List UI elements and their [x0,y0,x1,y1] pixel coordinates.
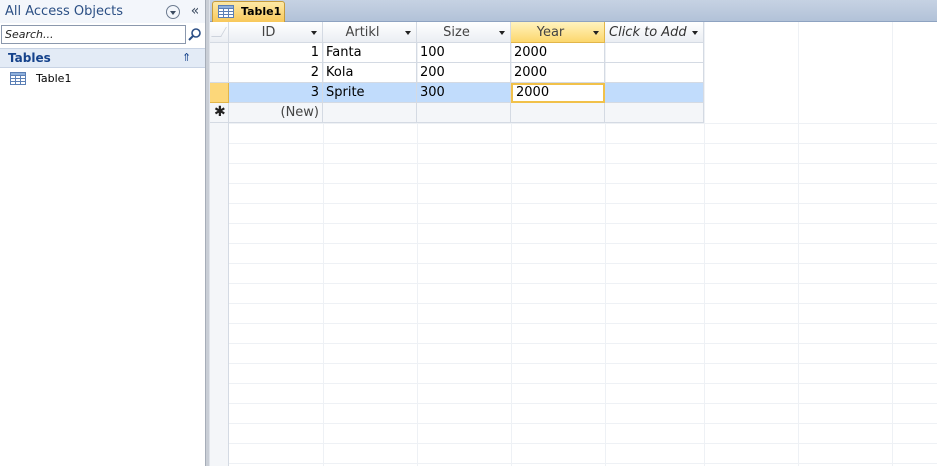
cell-size[interactable]: 100 [417,43,511,63]
table-row[interactable]: 1 Fanta 100 2000 [210,43,704,63]
nav-pane-title[interactable]: All Access Objects [5,4,123,19]
grid-line [229,403,937,404]
column-header-artikl[interactable]: Artikl [323,22,417,43]
cell-add[interactable] [605,63,704,83]
nav-pane-header[interactable]: All Access Objects « [0,0,205,23]
select-all-icon [211,27,227,37]
chevron-down-icon [170,10,176,15]
grid-line [229,123,937,124]
grid-line [798,22,799,466]
grid-line [229,463,937,464]
new-record-icon: ✱ [214,104,226,120]
column-header-label: Year [536,25,565,40]
cell-new-year[interactable] [511,103,605,123]
grid-line [229,143,937,144]
column-header-label: ID [261,25,276,40]
grid-line [892,22,893,466]
grid-line [229,343,937,344]
table-row-current[interactable]: 3 Sprite 300 2000 [210,83,704,103]
cell-artikl[interactable]: Fanta [323,43,417,63]
cell-year-focused[interactable]: 2000 [511,83,605,103]
grid-line [704,22,705,466]
column-header-id[interactable]: ID [229,22,323,43]
cell-year[interactable]: 2000 [511,43,605,63]
cell-id[interactable]: 2 [229,63,323,83]
column-header-year[interactable]: Year [511,22,605,43]
cell-add[interactable] [605,83,704,103]
cell-new-size[interactable] [417,103,511,123]
document-area: Table1 ID Artikl Size Year Click to Add [210,0,937,466]
chevron-down-icon[interactable] [593,31,599,35]
group-header-tables[interactable]: Tables ⇑ [0,48,205,68]
datasheet-grid[interactable]: ID Artikl Size Year Click to Add 1 Fanta… [210,22,937,466]
grid-line [229,363,937,364]
grid-line [229,163,937,164]
chevron-down-icon[interactable] [499,31,505,35]
chevron-down-icon[interactable] [692,31,698,35]
select-all-corner[interactable] [210,22,229,43]
cell-new[interactable]: (New) [229,103,323,123]
cell-new-add[interactable] [605,103,704,123]
record-selector[interactable] [210,43,229,63]
grid-line [229,323,937,324]
record-selector[interactable] [210,63,229,83]
grid-line [229,383,937,384]
grid-line [229,243,937,244]
cell-size[interactable]: 200 [417,63,511,83]
column-header-label: Click to Add [609,25,687,40]
cell-year[interactable]: 2000 [511,63,605,83]
grid-line [229,303,937,304]
cell-artikl[interactable]: Sprite [323,83,417,103]
search-icon[interactable] [186,25,204,44]
cell-id[interactable]: 1 [229,43,323,63]
cell-new-artikl[interactable] [323,103,417,123]
column-header-click-to-add[interactable]: Click to Add [605,22,704,43]
collapse-group-icon[interactable]: ⇑ [182,51,194,65]
table-row[interactable]: 2 Kola 200 2000 [210,63,704,83]
cell-id[interactable]: 3 [229,83,323,103]
column-header-size[interactable]: Size [417,22,511,43]
grid-line [229,283,937,284]
chevron-down-icon[interactable] [311,31,317,35]
column-header-label: Artikl [345,25,380,40]
new-record-selector[interactable]: ✱ [210,103,229,123]
grid-line [229,183,937,184]
grid-line [229,263,937,264]
new-record-row[interactable]: ✱ (New) [210,103,704,123]
cell-artikl[interactable]: Kola [323,63,417,83]
table-icon [218,5,234,21]
cell-size[interactable]: 300 [417,83,511,103]
shutter-bar-collapse-button[interactable]: « [188,3,202,19]
nav-item-table1[interactable]: Table1 [0,69,205,89]
column-header-label: Size [443,25,470,40]
grid-line [229,203,937,204]
group-label: Tables [8,51,51,65]
tab-table1[interactable]: Table1 [212,1,285,22]
record-selector-current[interactable] [210,83,229,103]
tab-label: Table1 [241,5,282,18]
search-input[interactable] [2,26,185,43]
cell-add[interactable] [605,43,704,63]
grid-line [229,443,937,444]
grid-line [229,223,937,224]
search-box[interactable] [1,25,186,44]
navigation-pane: All Access Objects « Tables ⇑ Table1 [0,0,205,466]
nav-item-label: Table1 [36,72,72,85]
table-icon [10,72,26,88]
document-tab-bar: Table1 [210,0,937,22]
chevron-down-icon[interactable] [405,31,411,35]
grid-line [229,423,937,424]
nav-pane-menu-button[interactable] [166,5,180,19]
